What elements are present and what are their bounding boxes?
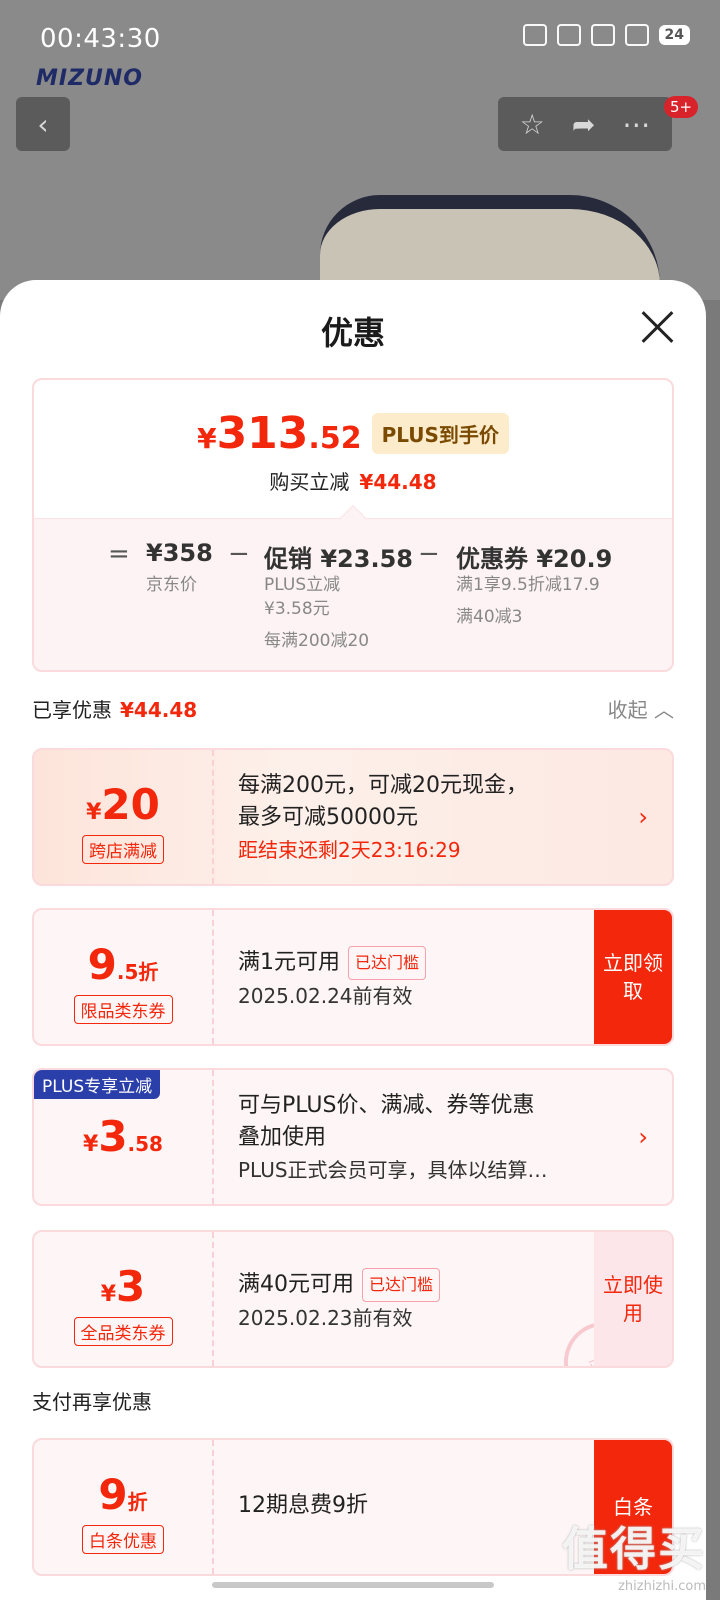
sheet-title: 优惠	[320, 314, 385, 352]
save-label: 购买立减	[269, 470, 350, 494]
coupon-rule: 每满200元，可减20元现金，	[238, 773, 528, 798]
coupon-amount-small: .5折	[116, 960, 159, 984]
coupon-validity: 2025.02.23前有效	[238, 1306, 413, 1330]
claim-button[interactable]: 立即领取	[594, 910, 672, 1044]
coupon-value: 9折 白条优惠	[34, 1440, 214, 1574]
coupon-currency: ¥	[86, 800, 102, 825]
coupon-tag: 全品类东券	[73, 1317, 173, 1346]
coupon-details: 可与PLUS价、满减、券等优惠 叠加使用 PLUS正式会员可享，具体以结算…	[238, 1090, 592, 1186]
share-icon[interactable]: ➦	[572, 108, 595, 141]
coupon-details: 满1元可用 已达门槛 2025.02.24前有效	[238, 946, 592, 1012]
home-indicator[interactable]	[212, 1582, 494, 1588]
collapse-button[interactable]: 收起 ︿	[608, 694, 674, 723]
plus-price-tag: PLUS到手价	[371, 413, 509, 454]
back-button[interactable]: ‹	[16, 97, 70, 151]
final-price: ¥313.52 PLUS到手价	[34, 408, 672, 459]
coupon-amount: 3	[98, 1112, 128, 1161]
coupon-details: 12期息费9折	[238, 1490, 592, 1522]
coupon-cross-store[interactable]: ¥20 跨店满减 每满200元，可减20元现金， 最多可减50000元 距结束还…	[32, 748, 674, 886]
status-time: 00:43:30	[40, 24, 161, 54]
coupon-validity: 2025.02.24前有效	[238, 984, 413, 1008]
coupon-amount: 9	[87, 940, 117, 989]
status-bar: 00:43:30 24	[0, 0, 720, 80]
minus-sign-2: −	[418, 539, 440, 569]
promo-plus-label: PLUS立减	[264, 575, 341, 595]
coupon-limit: 最多可减50000元	[238, 805, 418, 830]
battery-icon: 24	[658, 25, 690, 45]
collapse-label: 收起	[607, 698, 648, 722]
watermark-url: zhizhizhi.com	[618, 1579, 706, 1594]
coupon-amount: 20	[101, 780, 160, 829]
enjoyed-label: 已享优惠	[32, 698, 112, 722]
price-breakdown: = ¥358 京东价 − 促销 ¥23.58 PLUS立减 ¥3.58元 每满2…	[34, 504, 672, 670]
jd-price-label: 京东价	[146, 575, 197, 595]
promo-plus-amount: ¥3.58元	[264, 599, 330, 619]
wifi-icon	[624, 24, 649, 46]
coupon-countdown: 距结束还剩2天23:16:29	[238, 838, 461, 862]
status-icons: 24	[522, 24, 690, 46]
signal-icon	[590, 24, 615, 46]
promo-amount: 促销 ¥23.58	[264, 545, 413, 573]
minus-sign: −	[228, 539, 250, 569]
threshold-badge: 已达门槛	[348, 946, 427, 980]
promo-full-reduction: 每满200减20	[264, 631, 370, 651]
more-icon[interactable]: ⋯	[622, 108, 650, 141]
save-amount: ¥44.48	[359, 470, 437, 494]
notification-badge: 5+	[664, 96, 699, 118]
coupon-rule: 满1元可用 已达门槛	[238, 946, 592, 980]
coupon-details: 满40元可用 已达门槛 2025.02.23前有效	[238, 1268, 592, 1334]
coupon-rule-text: 满40元可用	[238, 1272, 354, 1297]
coupon-rule-text: 满1元可用	[238, 950, 340, 975]
chevron-up-icon: ︿	[654, 698, 674, 722]
coupon-amount-small: 折	[127, 1490, 148, 1514]
chevron-right-icon: ›	[638, 1123, 648, 1151]
price-card: ¥313.52 PLUS到手价 购买立减 ¥44.48 = ¥358 京东价 − …	[32, 378, 674, 672]
alarm-icon	[522, 24, 547, 46]
top-actions: ☆ ➦ ⋯	[498, 97, 672, 151]
coupon-tag: 白条优惠	[82, 1525, 164, 1554]
equals-sign: =	[108, 539, 130, 569]
coupon-value: 9.5折 限品类东券	[34, 910, 214, 1044]
enjoyed-discount-header: 已享优惠 ¥44.48	[32, 694, 197, 723]
coupon-detail-2: 满40减3	[456, 607, 523, 627]
discount-sheet: 优惠 ¥313.52 PLUS到手价 购买立减 ¥44.48 = ¥358 京东价…	[0, 280, 706, 1600]
coupon-note: PLUS正式会员可享，具体以结算…	[238, 1158, 548, 1182]
coupon-all-category: ¥3 全品类东券 满40元可用已达门槛 2025.02.23前有效 已领 立即使…	[32, 1230, 674, 1368]
coupon-currency: ¥	[83, 1132, 99, 1157]
coupon-category-discount: 9.5折 限品类东券 满1元可用 已达门槛 2025.02.24前有效 立即领取	[32, 908, 674, 1046]
threshold-badge: 已达门槛	[362, 1268, 441, 1302]
coupon-rule: 可与PLUS价、满减、券等优惠	[238, 1093, 535, 1118]
bluetooth-icon	[556, 24, 581, 46]
coupon-value: ¥3.58	[34, 1070, 214, 1204]
use-button[interactable]: 立即使用	[594, 1232, 672, 1366]
jd-price: ¥358	[146, 539, 213, 567]
coupon-rule: 12期息费9折	[238, 1493, 368, 1518]
site-watermark: 值得买 zhizhizhi.com	[562, 1513, 706, 1594]
currency-symbol: ¥	[197, 422, 217, 455]
favorite-icon[interactable]: ☆	[520, 108, 545, 141]
coupon-currency: ¥	[100, 1282, 117, 1307]
close-icon[interactable]	[640, 310, 674, 344]
coupon-amount: 3	[116, 1262, 146, 1311]
coupon-detail-1: 满1享9.5折减17.9	[456, 575, 600, 595]
coupon-rule-2: 叠加使用	[238, 1125, 327, 1150]
watermark-text: 值得买	[562, 1522, 706, 1576]
price-integer: 313	[216, 408, 309, 459]
caret-pointer	[338, 504, 368, 534]
coupon-details: 每满200元，可减20元现金， 最多可减50000元 距结束还剩2天23:16:…	[238, 770, 592, 866]
enjoyed-amount: ¥44.48	[120, 698, 198, 722]
coupon-value: ¥3 全品类东券	[34, 1232, 214, 1366]
coupon-rule: 满40元可用 已达门槛	[238, 1268, 592, 1302]
coupon-amount: 优惠券 ¥20.9	[456, 545, 613, 573]
save-line: 购买立减 ¥44.48	[34, 466, 672, 495]
chevron-right-icon: ›	[638, 803, 648, 831]
payment-discount-header: 支付再享优惠	[32, 1390, 152, 1414]
coupon-tag: 跨店满减	[82, 835, 164, 864]
coupon-amount: 9	[98, 1470, 128, 1519]
coupon-value: ¥20 跨店满减	[34, 750, 214, 884]
coupon-tag: 限品类东券	[73, 995, 173, 1024]
price-decimal: .52	[308, 421, 362, 456]
coupon-amount-small: .58	[127, 1132, 163, 1156]
coupon-plus-exclusive[interactable]: PLUS专享立减 ¥3.58 可与PLUS价、满减、券等优惠 叠加使用 PLUS…	[32, 1068, 674, 1206]
